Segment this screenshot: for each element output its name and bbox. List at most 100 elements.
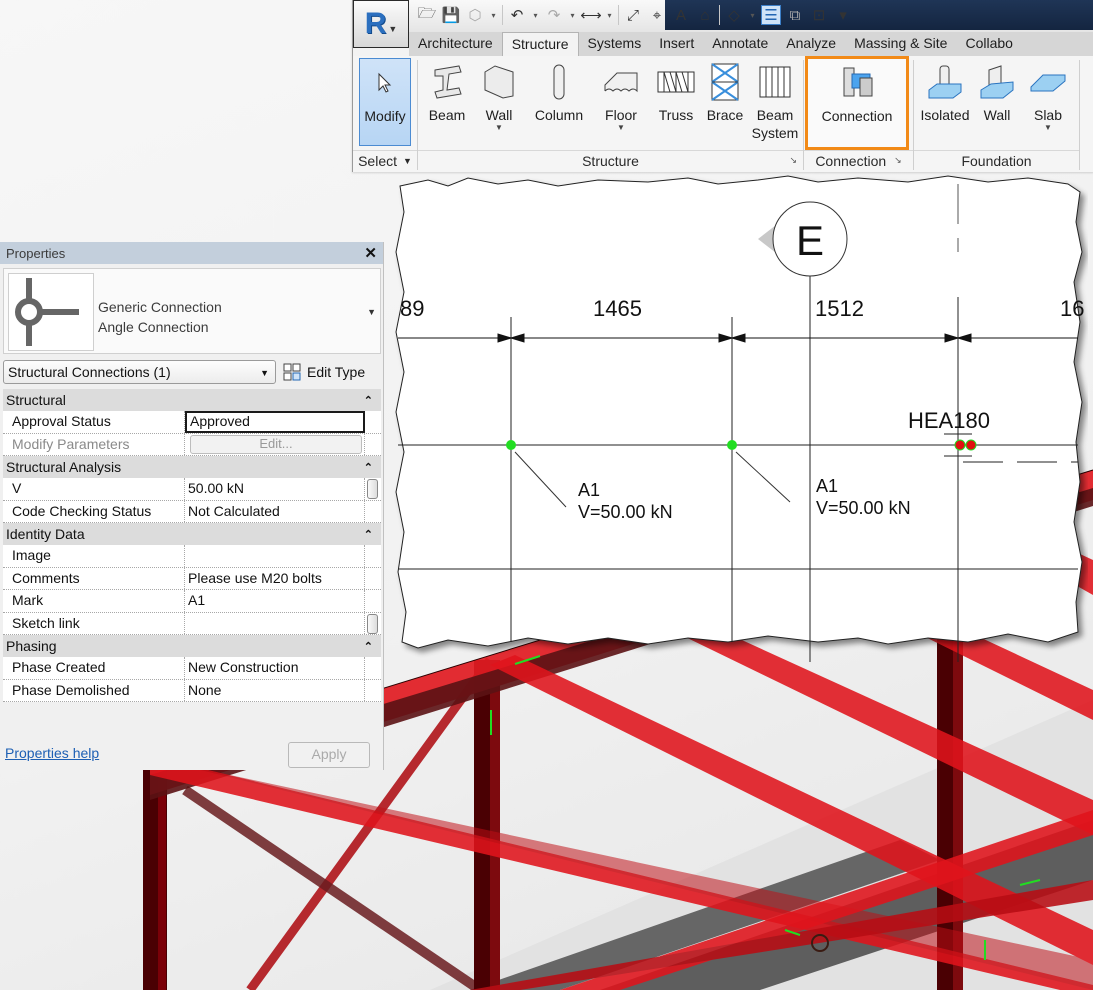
type-selector[interactable]: Generic Connection Angle Connection ▼ [3,268,381,354]
scrollbar-track [365,613,381,635]
dropdown-arrow-icon[interactable]: ▾ [568,5,577,25]
connection-point[interactable] [506,440,516,450]
dropdown-arrow-icon[interactable]: ▾ [605,5,614,25]
application-menu-button[interactable]: R ▼ [353,0,409,48]
property-name: Phase Created [3,657,185,679]
customize-qat-icon[interactable]: ▾ [833,5,853,25]
undo-icon[interactable]: ↶ [507,5,527,25]
collapse-chevron-icon[interactable]: ⌃ [364,461,373,474]
beam-button[interactable]: Beam [423,58,471,148]
tab-analyze[interactable]: Analyze [777,32,845,56]
plan-view-callout[interactable]: E 89 1465 1512 16 A1 V=50.00 kN A1 V=50.… [388,172,1088,672]
scrollbar-track [365,478,381,500]
section-icon[interactable]: ◇ [724,5,744,25]
chevron-down-icon: ▼ [260,368,269,378]
isolated-foundation-button[interactable]: Isolated [917,58,973,148]
wall-foundation-button[interactable]: Wall [975,58,1019,148]
toolbar-separator [719,5,720,25]
edit-parameters-button[interactable]: Edit... [190,434,362,454]
apply-button[interactable]: Apply [288,742,370,768]
beam-system-button[interactable]: Beam System [751,58,799,148]
default-3d-view-icon[interactable]: ⌂ [695,5,715,25]
quick-access-toolbar: 🗁 💾 ⬡ ▾ ↶ ▾ ↷ ▾ ⟷ ▾ ⤢ ⌖ A ⌂ ◇ ▾ ☰ ⧉ ⊡ ▾ [353,0,1093,32]
property-value[interactable]: A1 [185,590,365,612]
dropdown-arrow-icon[interactable]: ▾ [489,5,498,25]
property-group-header[interactable]: Structural ⌃ [3,389,381,411]
property-value[interactable]: 50.00 kN [185,478,365,500]
panel-foundation: Foundation [914,150,1079,170]
dialog-launcher-icon[interactable]: ↘ [894,155,902,166]
sync-icon[interactable]: ⬡ [465,5,485,25]
scrollbar-thumb[interactable] [367,479,378,499]
aligned-dimension-icon[interactable]: ⤢ [623,5,643,25]
structural-connection-icon [838,59,876,107]
brace-icon [710,58,740,106]
beam-tag[interactable]: HEA180 [908,408,990,433]
property-group-header[interactable]: Structural Analysis ⌃ [3,456,381,478]
connection-tag-mark[interactable]: A1 [816,476,838,496]
tab-structure[interactable]: Structure [501,32,579,57]
tab-massing-site[interactable]: Massing & Site [845,32,956,56]
property-value[interactable]: Not Calculated [185,500,365,522]
dropdown-arrow-icon[interactable]: ▾ [748,5,757,25]
measure-icon[interactable]: ⟷ [580,5,602,25]
close-hidden-windows-icon[interactable]: ⧉ [785,5,805,25]
property-group-header[interactable]: Phasing ⌃ [3,635,381,657]
switch-windows-icon[interactable]: ⊡ [809,5,829,25]
collapse-chevron-icon[interactable]: ⌃ [364,528,373,541]
tab-collaborate[interactable]: Collabo [956,32,1021,56]
text-icon[interactable]: A [671,5,691,25]
floor-button[interactable]: Floor ▼ [597,58,645,148]
panel-structure: Structure ↘ [418,150,803,170]
property-group-header[interactable]: Identity Data ⌃ [3,523,381,545]
property-value[interactable]: New Construction [185,657,365,679]
dropdown-arrow-icon[interactable]: ▾ [531,5,540,25]
instance-filter-dropdown[interactable]: Structural Connections (1) ▼ [3,360,276,384]
property-value[interactable]: Approved [185,411,365,433]
modify-button[interactable]: Modify [359,58,411,146]
panel-divider [1079,60,1080,170]
edit-type-button[interactable]: Edit Type [283,360,365,384]
redo-icon[interactable]: ↷ [544,5,564,25]
selected-connection-point[interactable] [965,439,977,451]
tab-architecture[interactable]: Architecture [409,32,502,56]
property-row: Code Checking Status Not Calculated [3,500,381,523]
scrollbar-track [365,590,381,612]
selected-connection-point[interactable] [954,439,966,451]
truss-button[interactable]: Truss [653,58,699,148]
tab-annotate[interactable]: Annotate [703,32,777,56]
property-group-name: Structural [6,392,66,408]
collapse-chevron-icon[interactable]: ⌃ [364,394,373,407]
connection-tag-mark[interactable]: A1 [578,480,600,500]
tab-insert[interactable]: Insert [650,32,703,56]
property-value[interactable] [185,612,365,634]
property-value[interactable]: Please use M20 bolts [185,567,365,589]
close-icon[interactable]: ✕ [364,244,377,262]
ribbon-tabs: Architecture Structure Systems Insert An… [409,32,1093,57]
connection-tag-value[interactable]: V=50.00 kN [578,502,673,522]
properties-title-bar[interactable]: Properties ✕ [0,242,383,264]
connection-button[interactable]: Connection [805,56,909,150]
wall-button[interactable]: Wall ▼ [477,58,521,148]
column-button[interactable]: Column [529,58,589,148]
connection-point[interactable] [727,440,737,450]
dialog-launcher-icon[interactable]: ↘ [789,155,797,166]
thin-lines-icon[interactable]: ☰ [761,5,781,25]
slab-foundation-button[interactable]: Slab ▼ [1025,58,1071,148]
edit-type-label: Edit Type [307,364,366,380]
property-name: V [3,478,185,500]
save-icon[interactable]: 💾 [441,5,461,25]
open-icon[interactable]: 🗁 [417,5,437,25]
connection-tag-value[interactable]: V=50.00 kN [816,498,911,518]
column-label: Column [534,107,584,123]
brace-button[interactable]: Brace [703,58,747,148]
property-value[interactable] [185,545,365,567]
tab-systems[interactable]: Systems [579,32,651,56]
tag-icon[interactable]: ⌖ [647,5,667,25]
scrollbar-thumb[interactable] [367,613,378,634]
property-value[interactable]: None [185,679,365,701]
panel-structure-label: Structure [582,152,639,169]
collapse-chevron-icon[interactable]: ⌃ [364,640,373,653]
properties-help-link[interactable]: Properties help [5,745,99,761]
panel-select[interactable]: Select ▼ [353,150,417,170]
